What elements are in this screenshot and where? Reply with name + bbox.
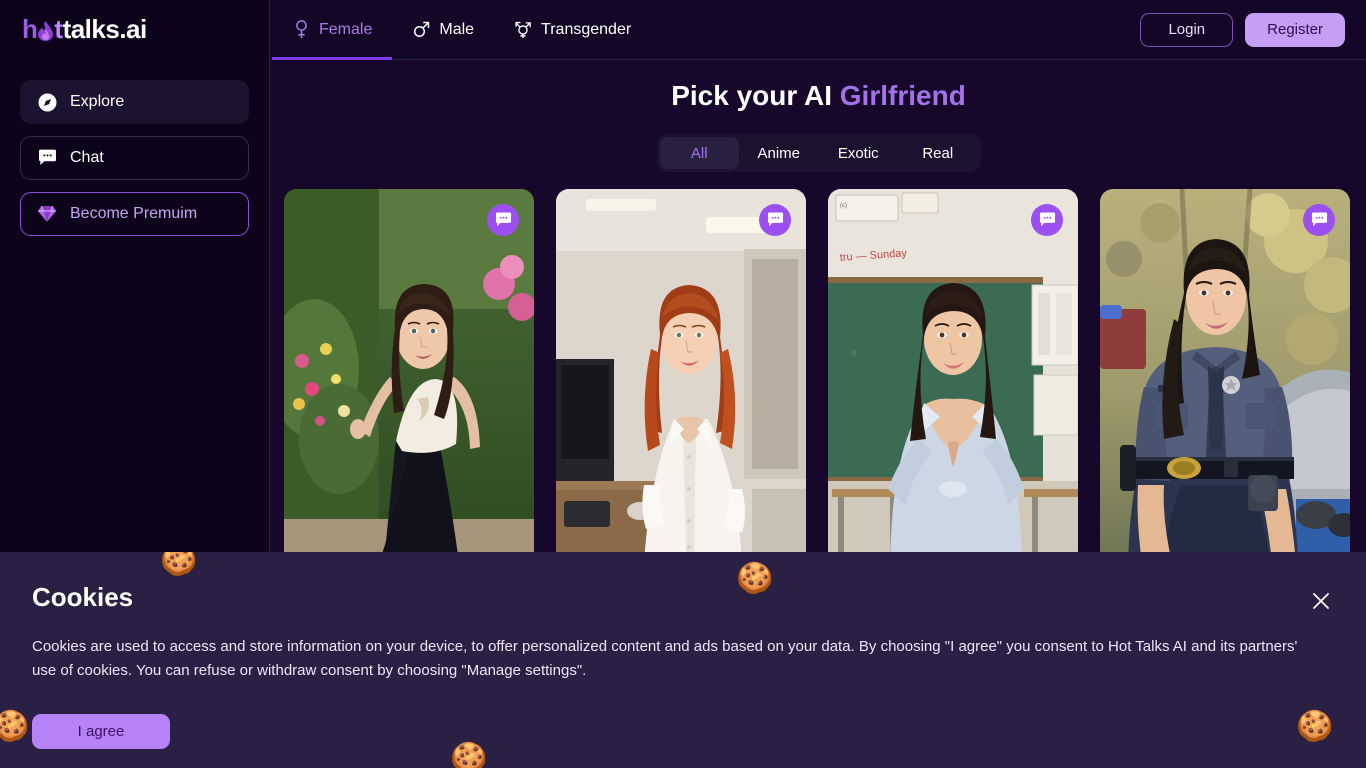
mars-icon [412, 20, 430, 40]
card-chat-button-classroom-teacher[interactable] [1031, 204, 1063, 236]
card-photo-garden-brunette [284, 189, 534, 563]
page-title: Pick your AI Girlfriend [271, 80, 1366, 112]
card-photo-office-redhead [556, 189, 806, 563]
character-card-garden-brunette[interactable] [284, 189, 534, 563]
filter-tab-real[interactable]: Real [898, 137, 978, 169]
cookie-consent-banner: 🍪 🍪 🍪 🍪 🍪 Cookies Cookies are used to ac… [0, 552, 1366, 768]
top-header: h t talks.ai Female Male Transgender Log… [0, 0, 1366, 60]
login-button[interactable]: Login [1140, 12, 1234, 47]
cookie-icon: 🍪 [450, 742, 488, 768]
cookie-close-button[interactable] [1308, 588, 1334, 614]
nav-tab-female-label: Female [319, 20, 373, 38]
chat-bubble-icon [767, 212, 783, 227]
filter-tab-exotic[interactable]: Exotic [819, 137, 899, 169]
card-chat-button-garden-brunette[interactable] [487, 204, 519, 236]
sidebar-item-explore[interactable]: Explore [20, 80, 249, 124]
sidebar-item-premium[interactable]: Become Premuim [20, 192, 249, 236]
svg-text:(c): (c) [840, 203, 847, 209]
transgender-icon [514, 20, 532, 40]
logo-suffix: talks.ai [62, 14, 148, 44]
sidebar-item-explore-label: Explore [70, 93, 125, 110]
cookie-icon: 🍪 [1296, 710, 1334, 743]
logo-letter-t: t [54, 14, 63, 44]
card-photo-police-officer [1100, 189, 1350, 563]
character-card-classroom-teacher[interactable]: (c) tru — Sunday [828, 189, 1078, 563]
app-root: h t talks.ai Female Male Transgender Log… [0, 0, 1366, 768]
character-card-grid: (c) tru — Sunday [271, 172, 1366, 563]
cookie-agree-button[interactable]: I agree [32, 714, 170, 749]
flame-icon [37, 17, 54, 43]
cookie-icon: 🍪 [0, 710, 30, 743]
header-actions: Login Register [1140, 12, 1366, 47]
gender-nav: Female Male Transgender [272, 0, 651, 60]
chat-bubble-icon [1311, 212, 1327, 227]
character-card-police-officer[interactable] [1100, 189, 1350, 563]
logo-text: h t talks.ai [22, 14, 147, 45]
sidebar-item-chat-label: Chat [70, 149, 104, 166]
close-icon [1313, 593, 1329, 609]
filter-tab-anime[interactable]: Anime [739, 137, 819, 169]
card-photo-classroom-teacher: (c) tru — Sunday [828, 189, 1078, 563]
venus-icon [292, 20, 310, 40]
category-filter-tabs: All Anime Exotic Real [656, 134, 981, 172]
page-title-plain: Pick your AI [671, 80, 840, 111]
chat-bubble-icon [1039, 212, 1055, 227]
filter-tab-all[interactable]: All [659, 137, 739, 169]
diamond-icon [37, 204, 57, 224]
chat-bubble-icon [37, 148, 57, 168]
nav-tab-male[interactable]: Male [392, 0, 494, 60]
cookie-banner-title: Cookies [32, 582, 134, 612]
logo-letter-h: h [22, 14, 38, 44]
register-button[interactable]: Register [1245, 12, 1345, 47]
sidebar-item-chat[interactable]: Chat [20, 136, 249, 180]
compass-icon [37, 92, 57, 112]
sidebar-item-premium-label: Become Premuim [70, 205, 198, 222]
cookie-icon: 🍪 [160, 552, 198, 577]
character-card-office-redhead[interactable] [556, 189, 806, 563]
card-chat-button-office-redhead[interactable] [759, 204, 791, 236]
nav-tab-transgender[interactable]: Transgender [494, 0, 651, 60]
site-logo[interactable]: h t talks.ai [0, 0, 270, 60]
page-title-accent: Girlfriend [839, 80, 966, 111]
card-chat-button-police-officer[interactable] [1303, 204, 1335, 236]
nav-tab-transgender-label: Transgender [541, 20, 632, 38]
chat-bubble-icon [495, 212, 511, 227]
nav-tab-male-label: Male [439, 20, 475, 38]
nav-tab-female[interactable]: Female [272, 0, 393, 60]
cookie-banner-text: Cookies are used to access and store inf… [32, 638, 1298, 679]
